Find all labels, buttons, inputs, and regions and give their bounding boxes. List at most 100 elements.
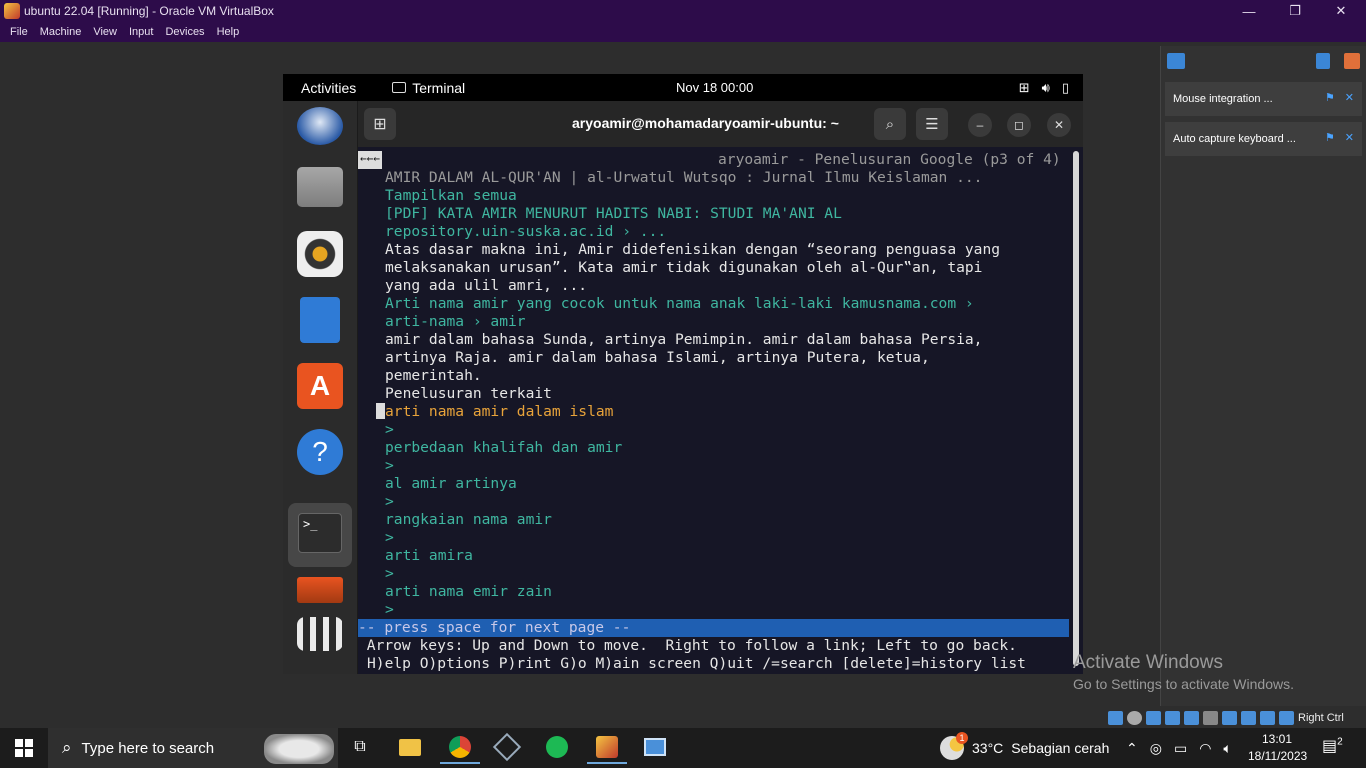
dismiss-icon[interactable]: ✕ xyxy=(1345,91,1354,104)
selected-link[interactable]: arti nama amir dalam islam xyxy=(385,403,613,421)
snippet-line: artinya Raja. amir dalam bahasa Islami, … xyxy=(385,349,930,366)
weather-desc: Sebagian cerah xyxy=(1011,740,1110,756)
chevron: > xyxy=(385,529,394,546)
show-apps-icon[interactable] xyxy=(297,617,343,651)
menu-help[interactable]: Help xyxy=(211,26,246,38)
mouse-capture-icon[interactable] xyxy=(1279,711,1294,725)
system-tray[interactable]: ⊞ 🔊︎ ▯ xyxy=(1019,80,1069,96)
pin-icon[interactable]: ⚑ xyxy=(1325,91,1335,104)
chevron-up-icon[interactable]: ⌃ xyxy=(1126,740,1138,757)
term-maximize-button[interactable]: ◻ xyxy=(1007,113,1031,137)
search-button[interactable]: ⌕ xyxy=(874,108,906,140)
search-icon: ⌕ xyxy=(885,115,895,133)
terminal-dock-item[interactable]: >_ xyxy=(288,503,352,567)
virtualbox-taskbar-button[interactable] xyxy=(487,732,527,764)
chrome-icon xyxy=(449,736,471,758)
start-button[interactable] xyxy=(0,728,48,768)
notification-auto-capture[interactable]: Auto capture keyboard ... ⚑ ✕ xyxy=(1165,122,1362,156)
display-icon[interactable] xyxy=(1222,711,1237,725)
audio-icon[interactable] xyxy=(1146,711,1161,725)
term-minimize-button[interactable]: – xyxy=(968,113,992,137)
spotify-button[interactable] xyxy=(537,732,577,764)
lynx-output[interactable]: ←←← aryoamir - Penelusuran Google (p3 of… xyxy=(358,147,1070,674)
clock[interactable]: Nov 18 00:00 xyxy=(676,80,753,95)
taskbar-clock[interactable]: 13:01 18/11/2023 xyxy=(1248,731,1307,765)
weather-badge: 1 xyxy=(956,732,968,744)
activities-button[interactable]: Activities xyxy=(301,80,356,96)
close-button[interactable]: ✕ xyxy=(1318,0,1364,22)
notification-panel: Mouse integration ... ⚑ ✕ Auto capture ke… xyxy=(1160,46,1366,706)
link-line[interactable]: perbedaan khalifah dan amir xyxy=(385,439,622,457)
photos-button[interactable] xyxy=(635,732,675,764)
terminal-window[interactable]: ⊞ aryoamir@mohamadaryoamir-ubuntu: ~ ⌕ ☰… xyxy=(358,101,1083,674)
link-line[interactable]: al amir artinya xyxy=(385,475,517,493)
pager-status-bar: -- press space for next page -- xyxy=(358,619,1069,637)
virtualbox-icon xyxy=(4,3,20,19)
file-explorer-button[interactable] xyxy=(390,732,430,764)
virtualbox-vm-button[interactable] xyxy=(587,732,627,764)
snippet-line: amir dalam bahasa Sunda, artinya Pemimpi… xyxy=(385,331,983,348)
wifi-icon[interactable]: ◠ xyxy=(1199,740,1211,757)
menu-machine[interactable]: Machine xyxy=(34,26,88,38)
notification-label: Auto capture keyboard ... xyxy=(1173,133,1296,145)
link-line[interactable]: repository.uin-suska.ac.id › ... xyxy=(385,223,666,241)
hdd-icon[interactable] xyxy=(1108,711,1123,725)
link-line[interactable]: arti-nama › amir xyxy=(385,313,526,331)
pin-icon[interactable]: ⚑ xyxy=(1325,131,1335,144)
notification-mouse-integration[interactable]: Mouse integration ... ⚑ ✕ xyxy=(1165,82,1362,116)
recording-icon[interactable] xyxy=(1241,711,1256,725)
app-menu[interactable]: Terminal xyxy=(392,80,465,96)
minimize-button[interactable]: — xyxy=(1226,0,1272,22)
link-line[interactable]: [PDF] KATA AMIR MENURUT HADITS NABI: STU… xyxy=(385,205,842,223)
guest-screen[interactable]: Activities Terminal Nov 18 00:00 ⊞ 🔊︎ ▯ … xyxy=(283,74,1083,674)
optical-drive-icon[interactable] xyxy=(1127,711,1142,725)
menu-button[interactable]: ☰ xyxy=(916,108,948,140)
virtualbox-app-icon xyxy=(596,736,618,758)
task-view-button[interactable]: ⧉ xyxy=(340,732,380,764)
people-icon[interactable]: ◎ xyxy=(1150,740,1162,757)
new-tab-button[interactable]: ⊞ xyxy=(364,108,396,140)
chat-icon: ▤ xyxy=(1322,738,1338,755)
shared-folder-icon[interactable] xyxy=(1203,711,1218,725)
link-line[interactable]: Arti nama amir yang cocok untuk nama ana… xyxy=(385,295,974,313)
battery-icon[interactable]: ▭ xyxy=(1174,740,1187,757)
files-icon[interactable] xyxy=(297,167,343,207)
thunderbird-icon[interactable] xyxy=(297,107,343,145)
disk-icon[interactable] xyxy=(297,577,343,603)
link-line[interactable]: arti nama emir zain xyxy=(385,583,552,601)
writer-icon[interactable] xyxy=(300,297,340,343)
result-line: AMIR DALAM AL-QUR'AN | al-Urwatul Wutsqo… xyxy=(385,169,983,186)
menu-input[interactable]: Input xyxy=(123,26,159,38)
action-center-button[interactable]: ▤2 xyxy=(1322,736,1343,756)
weather-widget[interactable]: 1 33°C Sebagian cerah xyxy=(940,728,1109,768)
menu-devices[interactable]: Devices xyxy=(159,26,210,38)
restore-button[interactable]: ❐ xyxy=(1272,0,1318,22)
link-line[interactable]: arti amira xyxy=(385,547,473,565)
rhythmbox-icon[interactable] xyxy=(297,231,343,277)
windows-logo-icon xyxy=(15,739,33,757)
link-line[interactable]: rangkaian nama amir xyxy=(385,511,552,529)
terminal-small-icon xyxy=(392,82,407,93)
activate-title: Activate Windows xyxy=(1073,652,1223,673)
sort-icon[interactable] xyxy=(1316,53,1330,69)
vbox-status-bar: Right Ctrl xyxy=(1108,708,1366,728)
speaker-icon[interactable]: 🔈︎ xyxy=(1223,740,1231,757)
terminal-icon: >_ xyxy=(298,513,342,553)
chrome-button[interactable] xyxy=(440,732,480,764)
app-center-icon[interactable]: A xyxy=(297,363,343,409)
link-line[interactable]: Tampilkan semua xyxy=(385,187,517,205)
task-view-icon: ⧉ xyxy=(354,738,366,755)
usb-icon[interactable] xyxy=(1184,711,1199,725)
terminal-scrollbar[interactable] xyxy=(1073,151,1079,666)
help-icon[interactable]: ? xyxy=(297,429,343,475)
network-adapter-icon[interactable] xyxy=(1165,711,1180,725)
message-icon[interactable] xyxy=(1167,53,1185,69)
menu-file[interactable]: File xyxy=(4,26,34,38)
taskbar-search[interactable]: ⌕ Type here to search xyxy=(48,728,338,768)
menu-view[interactable]: View xyxy=(87,26,123,38)
term-close-button[interactable]: ✕ xyxy=(1047,113,1071,137)
clear-all-icon[interactable] xyxy=(1344,53,1360,69)
cpu-icon[interactable] xyxy=(1260,711,1275,725)
dismiss-icon[interactable]: ✕ xyxy=(1345,131,1354,144)
weather-icon: 1 xyxy=(940,732,968,760)
